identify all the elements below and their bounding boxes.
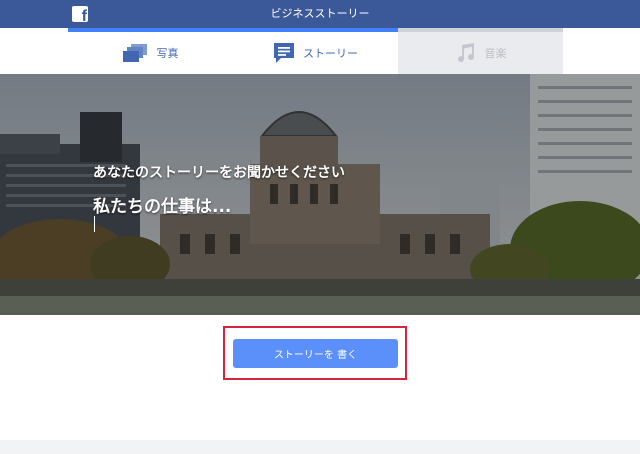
story-prompt: あなたのストーリーをお聞かせください bbox=[93, 165, 345, 181]
tab-music-label: 音楽 bbox=[484, 47, 507, 60]
text-caret bbox=[94, 216, 95, 232]
top-bar: f ビジネスストーリー bbox=[0, 0, 640, 28]
story-text-input[interactable]: 私たちの仕事は... bbox=[93, 192, 393, 217]
page-footer-strip bbox=[0, 440, 640, 454]
photos-icon bbox=[122, 44, 147, 62]
page-title: ビジネスストーリー bbox=[270, 7, 370, 20]
tab-story-label: ストーリー bbox=[303, 47, 358, 60]
tab-music: 音楽 bbox=[398, 28, 563, 74]
music-icon bbox=[457, 43, 474, 63]
story-icon bbox=[274, 43, 294, 63]
tab-photos[interactable]: 写真 bbox=[68, 28, 233, 74]
tab-story[interactable]: ストーリー bbox=[233, 28, 398, 74]
write-story-button[interactable]: ストーリーを 書く bbox=[233, 339, 398, 368]
tab-photos-label: 写真 bbox=[156, 47, 179, 60]
tab-bar: 写真 ストーリー 音楽 bbox=[68, 28, 563, 74]
hero-image: あなたのストーリーをお聞かせください 私たちの仕事は... bbox=[0, 74, 640, 315]
